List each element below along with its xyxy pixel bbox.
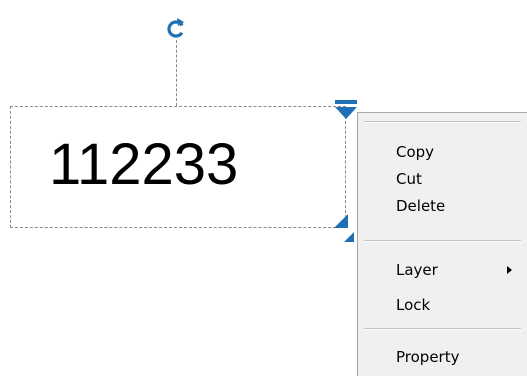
rotate-icon[interactable] [163, 14, 189, 40]
context-menu: Copy Cut Delete Layer Lock Property [357, 112, 527, 376]
rotate-connector-line [176, 40, 177, 106]
menu-item-property[interactable]: Property [358, 343, 527, 371]
menu-item-label: Layer [396, 261, 438, 279]
chevron-right-icon [507, 266, 512, 274]
menu-separator [364, 121, 521, 123]
menu-item-lock[interactable]: Lock [358, 291, 527, 319]
resize-handle-top-icon[interactable] [333, 98, 359, 124]
menu-item-copy[interactable]: Copy [358, 138, 527, 166]
menu-item-label: Cut [396, 170, 422, 188]
menu-item-label: Copy [396, 143, 435, 161]
menu-item-label: Lock [396, 296, 431, 314]
object-text: 112233 [49, 132, 239, 197]
selected-text-object[interactable]: 112233 [10, 106, 346, 228]
menu-item-label: Property [396, 348, 460, 366]
design-canvas: 112233 Copy Cut Delete Layer Lock Proper… [0, 0, 527, 376]
resize-handle-bottom-icon[interactable] [330, 210, 356, 242]
menu-item-layer[interactable]: Layer [358, 256, 527, 284]
menu-separator [364, 240, 521, 242]
menu-item-label: Delete [396, 197, 446, 215]
menu-item-delete[interactable]: Delete [358, 192, 527, 220]
menu-item-cut[interactable]: Cut [358, 165, 527, 193]
menu-separator [364, 328, 521, 330]
